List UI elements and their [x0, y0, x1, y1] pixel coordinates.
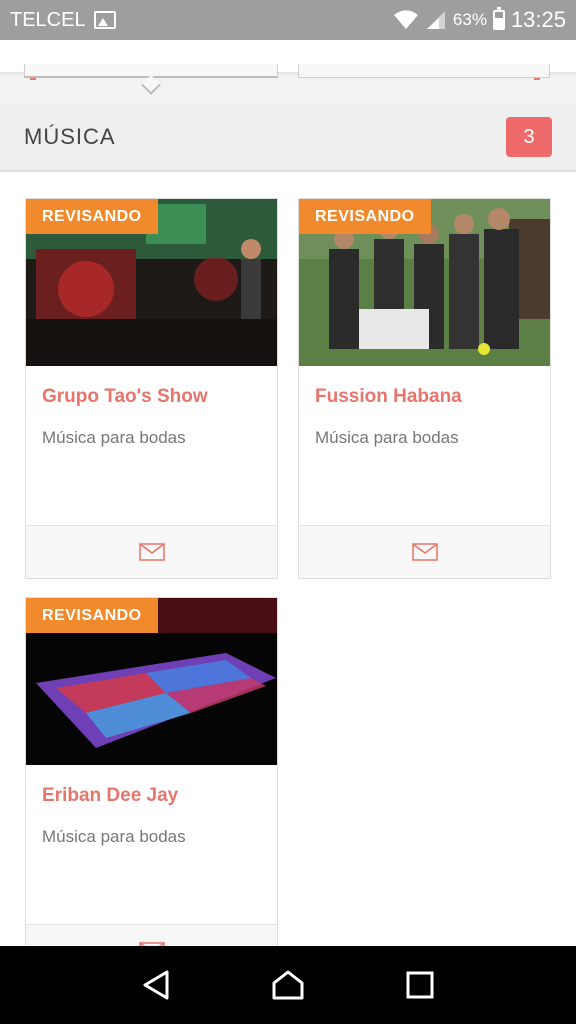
home-button[interactable] — [268, 965, 308, 1005]
mail-icon — [411, 543, 438, 561]
top-tabs-area — [0, 40, 576, 104]
status-tag: REVISANDO — [299, 199, 431, 234]
back-icon — [143, 970, 169, 1000]
recents-button[interactable] — [400, 965, 440, 1005]
signal-icon — [426, 11, 445, 29]
carrier-name: TELCEL — [10, 8, 86, 31]
vendor-category: Música para bodas — [42, 827, 186, 846]
clock: 13:25 — [510, 7, 566, 32]
mail-icon — [138, 543, 165, 561]
status-tag: REVISANDO — [26, 598, 158, 633]
vendor-photo[interactable]: REVISANDO — [26, 199, 277, 366]
vendor-category: Música para bodas — [315, 428, 459, 447]
vendor-card[interactable]: REVISANDO Grupo Tao's Show Música para b… — [25, 198, 278, 579]
section-title: MÚSICA — [24, 124, 116, 149]
tab-active-caret — [141, 75, 161, 95]
vendor-name[interactable]: Grupo Tao's Show — [42, 386, 261, 408]
status-tag: REVISANDO — [26, 199, 158, 234]
navigation-bar — [0, 946, 576, 1024]
count-badge: 3 — [506, 117, 552, 157]
battery-percent: 63% — [452, 10, 487, 29]
vendor-card[interactable]: REVISANDO Fussion Habana Música para bod… — [298, 198, 551, 579]
vendor-name[interactable]: Eriban Dee Jay — [42, 785, 261, 807]
status-bar: TELCEL 63% 13:25 — [0, 0, 576, 40]
vendor-photo[interactable]: REVISANDO — [26, 598, 277, 765]
wifi-icon — [393, 10, 418, 29]
message-button[interactable] — [26, 525, 277, 578]
home-icon — [272, 970, 304, 1000]
vendor-category: Música para bodas — [42, 428, 186, 447]
section-header[interactable]: MÚSICA 3 — [0, 104, 576, 172]
vendor-card[interactable]: REVISANDO Eriban Dee Jay Música para bod… — [25, 597, 278, 978]
recents-icon — [406, 971, 434, 999]
vendor-photo[interactable]: REVISANDO — [299, 199, 550, 366]
image-icon — [93, 11, 116, 29]
back-button[interactable] — [136, 965, 176, 1005]
tab-inactive[interactable] — [298, 64, 550, 78]
message-button[interactable] — [299, 525, 550, 578]
battery-icon — [492, 7, 505, 30]
vendor-name[interactable]: Fussion Habana — [315, 386, 534, 408]
